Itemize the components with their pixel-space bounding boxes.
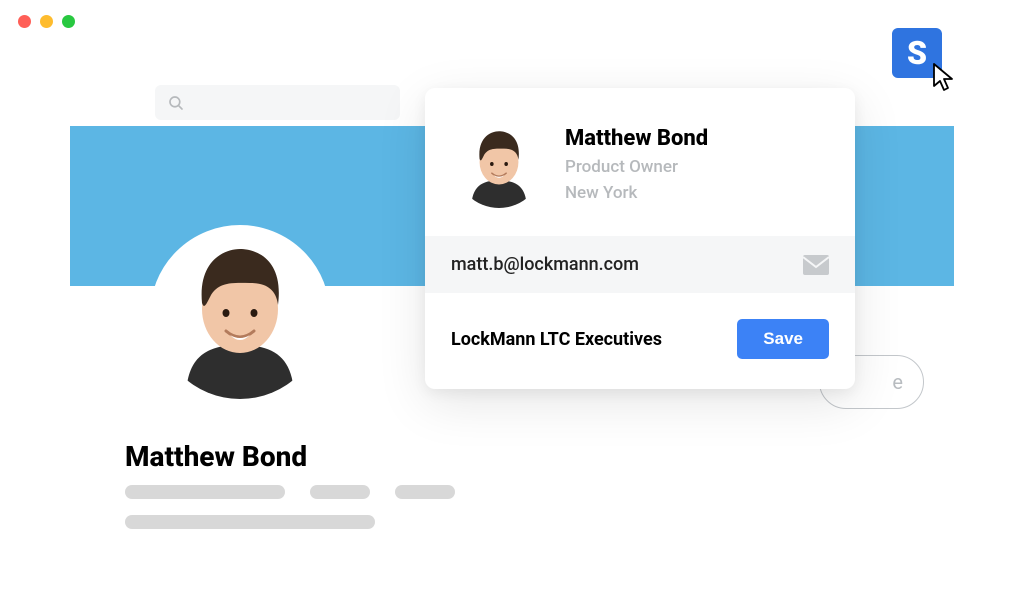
popup-header: Matthew Bond Product Owner New York bbox=[425, 88, 855, 236]
search-icon bbox=[167, 94, 185, 112]
popup-avatar bbox=[455, 120, 543, 208]
popup-email-row[interactable]: matt.b@lockmann.com bbox=[425, 236, 855, 293]
window-traffic-lights bbox=[18, 15, 75, 28]
popup-contact-name: Matthew Bond bbox=[565, 126, 708, 151]
placeholder-bar bbox=[395, 485, 455, 499]
avatar bbox=[150, 225, 330, 405]
person-illustration-icon bbox=[456, 120, 542, 208]
traffic-zoom-icon[interactable] bbox=[62, 15, 75, 28]
person-illustration-icon bbox=[156, 227, 324, 399]
mail-icon bbox=[803, 255, 829, 275]
extension-letter-icon: S bbox=[907, 34, 927, 72]
popup-list-row: LockMann LTC Executives Save bbox=[425, 293, 855, 389]
popup-contact-title: Product Owner bbox=[565, 157, 708, 177]
secondary-action-label-fragment: e bbox=[892, 370, 903, 394]
profile-name: Matthew Bond bbox=[125, 440, 307, 473]
placeholder-bar bbox=[125, 515, 375, 529]
cursor-pointer-icon bbox=[930, 62, 964, 96]
placeholder-bar bbox=[310, 485, 370, 499]
popup-list-name: LockMann LTC Executives bbox=[451, 329, 662, 350]
save-button[interactable]: Save bbox=[737, 319, 829, 359]
extension-popup: Matthew Bond Product Owner New York matt… bbox=[425, 88, 855, 389]
popup-email-value: matt.b@lockmann.com bbox=[451, 254, 639, 275]
traffic-close-icon[interactable] bbox=[18, 15, 31, 28]
search-input[interactable] bbox=[155, 85, 400, 120]
traffic-minimize-icon[interactable] bbox=[40, 15, 53, 28]
profile-subtext-placeholder-row bbox=[125, 485, 455, 499]
popup-contact-location: New York bbox=[565, 183, 708, 203]
profile-subtext-placeholder-row bbox=[125, 515, 375, 529]
placeholder-bar bbox=[125, 485, 285, 499]
